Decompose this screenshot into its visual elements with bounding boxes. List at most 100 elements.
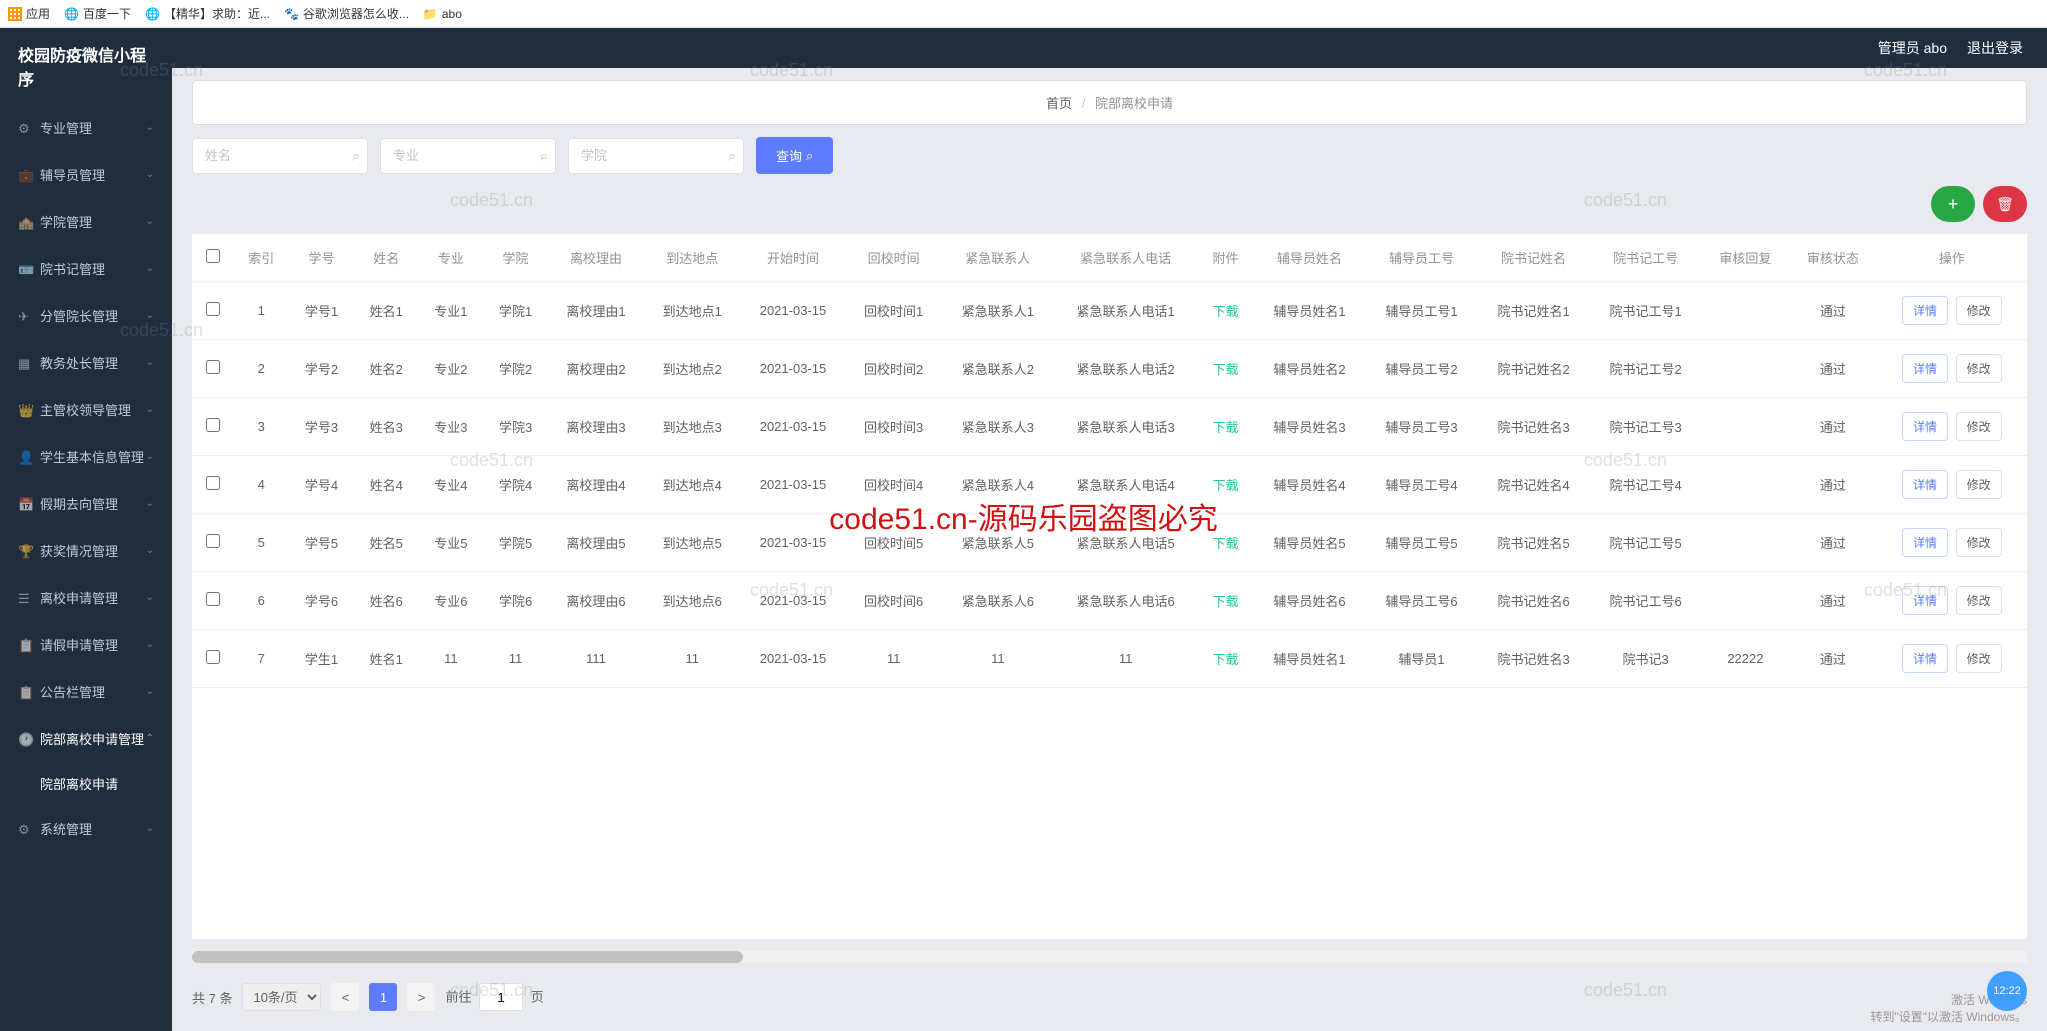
row-checkbox[interactable] <box>206 418 220 432</box>
chevron-down-icon: ⌄ <box>146 545 154 556</box>
detail-button[interactable]: 详情 <box>1902 470 1948 499</box>
menu-dept-leave[interactable]: 🕐院部离校申请管理⌃ <box>0 715 172 762</box>
table-header-row: 索引 学号 姓名 专业 学院 离校理由 到达地点 开始时间 回校时间 紧急联系人… <box>192 234 2027 282</box>
delete-button[interactable]: 🗑 <box>1983 186 2027 222</box>
download-link[interactable]: 下载 <box>1212 304 1238 319</box>
cell-contact: 紧急联系人4 <box>942 456 1054 514</box>
th-fdyno: 辅导员工号 <box>1365 234 1477 282</box>
menu-leave[interactable]: ☰离校申请管理⌄ <box>0 574 172 621</box>
chevron-down-icon: ⌄ <box>146 404 154 415</box>
download-link[interactable]: 下载 <box>1212 420 1238 435</box>
row-checkbox[interactable] <box>206 476 220 490</box>
bookmark-jinghua[interactable]: 🌐【精华】求助：近... <box>145 5 270 22</box>
cell-college: 学院1 <box>483 282 548 340</box>
menu-academic[interactable]: ▦教务处长管理⌄ <box>0 339 172 386</box>
total-label: 共 7 条 <box>192 988 232 1007</box>
query-button[interactable]: 查询⌕ <box>756 137 833 174</box>
cell-reply <box>1702 340 1790 398</box>
th-op: 操作 <box>1877 234 2027 282</box>
menu-bulletin[interactable]: 📋公告栏管理⌄ <box>0 668 172 715</box>
download-link[interactable]: 下载 <box>1212 536 1238 551</box>
calendar-icon: 📋 <box>18 638 32 652</box>
menu-leader[interactable]: 👑主管校领导管理⌄ <box>0 386 172 433</box>
detail-button[interactable]: 详情 <box>1902 354 1948 383</box>
bookmark-apps[interactable]: 应用 <box>8 5 50 22</box>
cell-name: 姓名5 <box>354 514 419 572</box>
major-input[interactable] <box>380 138 556 174</box>
download-link[interactable]: 下载 <box>1212 594 1238 609</box>
page-size-select[interactable]: 10条/页 <box>242 983 321 1011</box>
menu-absence[interactable]: 📋请假申请管理⌄ <box>0 621 172 668</box>
detail-button[interactable]: 详情 <box>1902 644 1948 673</box>
cell-fdyname: 辅导员姓名3 <box>1253 398 1365 456</box>
cell-contact: 紧急联系人3 <box>942 398 1054 456</box>
cell-fdyname: 辅导员姓名6 <box>1253 572 1365 630</box>
download-link[interactable]: 下载 <box>1212 652 1238 667</box>
search-icon: ⌕ <box>806 148 813 164</box>
cell-fdyname: 辅导员姓名1 <box>1253 282 1365 340</box>
download-link[interactable]: 下载 <box>1212 478 1238 493</box>
row-checkbox[interactable] <box>206 650 220 664</box>
cell-sno: 学号5 <box>289 514 354 572</box>
edit-button[interactable]: 修改 <box>1956 412 2002 441</box>
page-jump-input[interactable] <box>479 983 523 1011</box>
bookmark-google[interactable]: 🐾谷歌浏览器怎么收... <box>284 5 409 22</box>
edit-button[interactable]: 修改 <box>1956 296 2002 325</box>
detail-button[interactable]: 详情 <box>1902 528 1948 557</box>
menu-counselor[interactable]: 💼辅导员管理⌄ <box>0 151 172 198</box>
row-checkbox[interactable] <box>206 534 220 548</box>
menu-vacation[interactable]: 📅假期去向管理⌄ <box>0 480 172 527</box>
menu-award[interactable]: 🏆获奖情况管理⌄ <box>0 527 172 574</box>
menu-college[interactable]: 🏫学院管理⌄ <box>0 198 172 245</box>
breadcrumb-home[interactable]: 首页 <box>1046 96 1072 111</box>
cell-reply <box>1702 398 1790 456</box>
detail-button[interactable]: 详情 <box>1902 412 1948 441</box>
th-contact: 紧急联系人 <box>942 234 1054 282</box>
menu-system[interactable]: ⚙系统管理⌄ <box>0 805 172 852</box>
data-table-container[interactable]: 索引 学号 姓名 专业 学院 离校理由 到达地点 开始时间 回校时间 紧急联系人… <box>192 234 2027 939</box>
edit-button[interactable]: 修改 <box>1956 644 2002 673</box>
th-status: 审核状态 <box>1789 234 1877 282</box>
row-checkbox[interactable] <box>206 360 220 374</box>
cell-reply: 22222 <box>1702 630 1790 688</box>
menu-student[interactable]: 👤学生基本信息管理⌄ <box>0 433 172 480</box>
th-reply: 审核回复 <box>1702 234 1790 282</box>
detail-button[interactable]: 详情 <box>1902 586 1948 615</box>
chevron-down-icon: ⌄ <box>146 498 154 509</box>
cell-name: 姓名1 <box>354 630 419 688</box>
prev-page-button[interactable]: < <box>331 983 359 1011</box>
menu-dept-leave-sub[interactable]: 院部离校申请 <box>0 762 172 805</box>
chevron-down-icon: ⌄ <box>146 357 154 368</box>
add-button[interactable]: + <box>1931 186 1975 222</box>
horizontal-scrollbar[interactable] <box>192 951 2027 963</box>
admin-label[interactable]: 管理员 abo <box>1878 38 1947 58</box>
edit-button[interactable]: 修改 <box>1956 528 2002 557</box>
next-page-button[interactable]: > <box>407 983 435 1011</box>
college-input[interactable] <box>568 138 744 174</box>
send-icon: ✈ <box>18 309 32 323</box>
edit-button[interactable]: 修改 <box>1956 470 2002 499</box>
bookmark-abo[interactable]: 📁abo <box>423 7 462 21</box>
cell-back: 11 <box>846 630 942 688</box>
logout-link[interactable]: 退出登录 <box>1967 38 2023 58</box>
gear-icon: ⚙ <box>18 121 32 135</box>
select-all-checkbox[interactable] <box>206 249 220 263</box>
row-checkbox[interactable] <box>206 302 220 316</box>
menu-secretary[interactable]: 🪪院书记管理⌄ <box>0 245 172 292</box>
cell-start: 2021-03-15 <box>740 456 845 514</box>
cell-major: 专业3 <box>419 398 484 456</box>
row-checkbox[interactable] <box>206 592 220 606</box>
download-link[interactable]: 下载 <box>1212 362 1238 377</box>
bookmark-baidu[interactable]: 🌐百度一下 <box>64 5 131 22</box>
name-input[interactable] <box>192 138 368 174</box>
cell-phone: 紧急联系人电话3 <box>1054 398 1198 456</box>
edit-button[interactable]: 修改 <box>1956 354 2002 383</box>
menu-major[interactable]: ⚙专业管理⌄ <box>0 104 172 151</box>
edit-button[interactable]: 修改 <box>1956 586 2002 615</box>
detail-button[interactable]: 详情 <box>1902 296 1948 325</box>
cell-reason: 离校理由5 <box>548 514 644 572</box>
menu-dean[interactable]: ✈分管院长管理⌄ <box>0 292 172 339</box>
page-1-button[interactable]: 1 <box>369 983 397 1011</box>
cell-status: 通过 <box>1789 514 1877 572</box>
cell-major: 专业1 <box>419 282 484 340</box>
